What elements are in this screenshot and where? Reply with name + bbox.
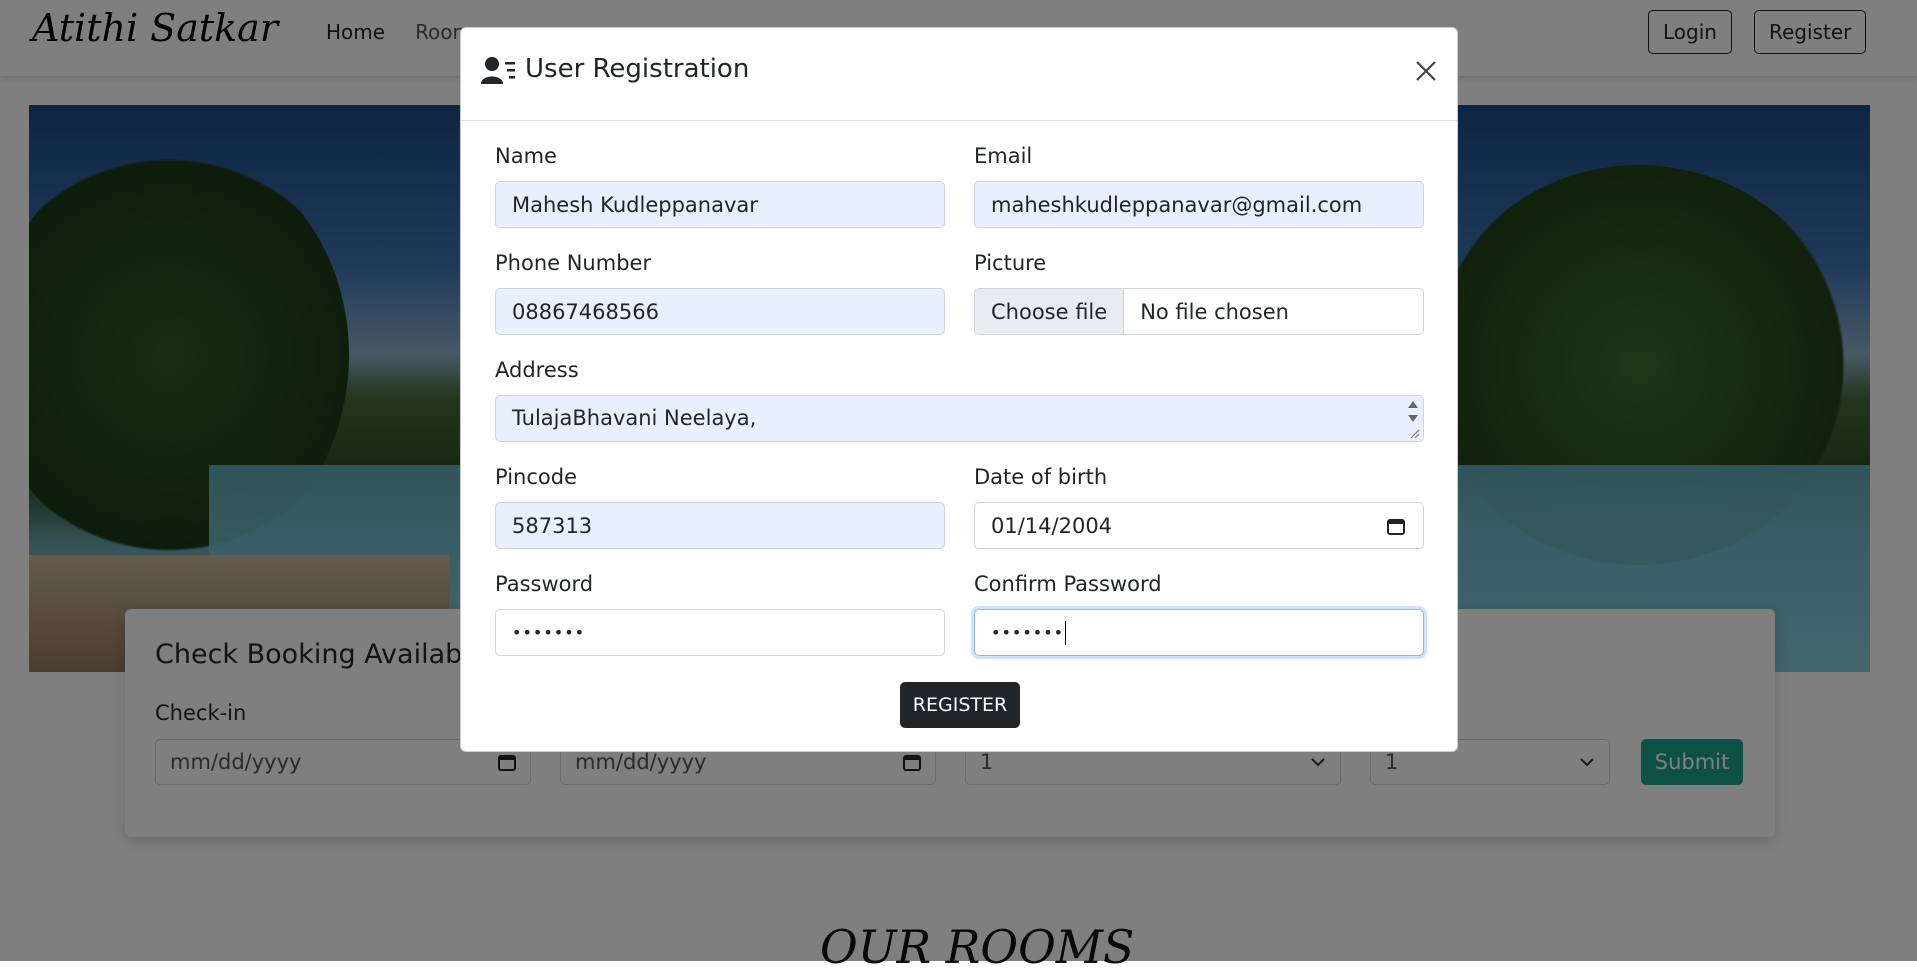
picture-label: Picture	[974, 251, 1047, 275]
confirm-password-input[interactable]: •••••••	[974, 609, 1424, 656]
password-input[interactable]: •••••••	[495, 609, 945, 656]
pincode-input[interactable]: 587313	[495, 502, 945, 549]
confirm-password-value: •••••••	[991, 623, 1065, 642]
address-textarea[interactable]: TulajaBhavani Neelaya,	[495, 395, 1424, 442]
phone-value: 08867468566	[512, 299, 659, 324]
close-icon[interactable]	[1415, 60, 1437, 82]
dob-input[interactable]: 01/14/2004	[974, 502, 1424, 549]
user-list-icon	[481, 57, 515, 84]
dob-label: Date of birth	[974, 465, 1108, 489]
name-label: Name	[495, 144, 557, 168]
calendar-icon[interactable]	[1387, 517, 1405, 535]
name-input[interactable]: Mahesh Kudleppanavar	[495, 181, 945, 228]
modal-title: User Registration	[525, 54, 750, 84]
phone-label: Phone Number	[495, 251, 652, 275]
address-label: Address	[495, 358, 579, 382]
file-status: No file chosen	[1140, 299, 1289, 324]
email-input[interactable]: maheshkudleppanavar@gmail.com	[974, 181, 1424, 228]
registration-modal: User Registration Name Mahesh Kudleppana…	[460, 27, 1458, 752]
pincode-value: 587313	[512, 513, 593, 538]
address-value: TulajaBhavani Neelaya,	[512, 406, 757, 430]
text-cursor	[1065, 620, 1067, 645]
choose-file-button[interactable]: Choose file	[975, 289, 1125, 334]
name-value: Mahesh Kudleppanavar	[512, 192, 758, 217]
phone-input[interactable]: 08867468566	[495, 288, 945, 335]
dob-value: 01/14/2004	[991, 513, 1113, 538]
register-submit-button[interactable]: REGISTER	[900, 682, 1020, 728]
email-label: Email	[974, 144, 1033, 168]
pincode-label: Pincode	[495, 465, 577, 489]
email-value: maheshkudleppanavar@gmail.com	[991, 192, 1363, 217]
confirm-password-label: Confirm Password	[974, 572, 1162, 596]
modal-header: User Registration	[461, 28, 1457, 121]
password-value: •••••••	[512, 623, 586, 642]
picture-file-input[interactable]: Choose file No file chosen	[974, 288, 1424, 335]
textarea-scroll-arrows-icon[interactable]	[1405, 398, 1421, 440]
password-label: Password	[495, 572, 594, 596]
